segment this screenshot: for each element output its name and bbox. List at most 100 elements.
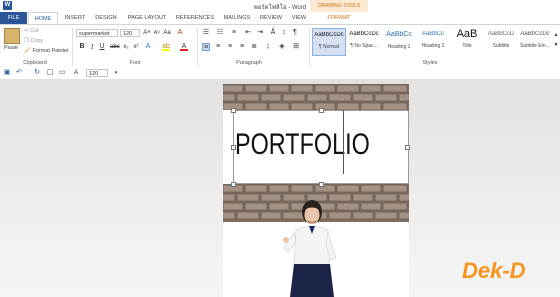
align-left-icon[interactable]: ≡ xyxy=(202,43,210,51)
tab-mailings[interactable]: MAILINGS xyxy=(219,12,255,24)
paste-icon[interactable] xyxy=(4,28,20,44)
group-divider xyxy=(72,28,73,66)
save-icon[interactable]: ▣ xyxy=(3,69,11,77)
subscript-icon[interactable]: x₂ xyxy=(122,43,130,51)
quick-access-toolbar: ▣ ↶ ↻ ▢ ▭ A 120 ▾ xyxy=(0,67,560,79)
style-name: ¶ No Spac... xyxy=(350,43,378,49)
text-effects-icon[interactable]: A xyxy=(144,43,152,51)
multilevel-list-icon[interactable]: ≡ xyxy=(230,29,238,37)
shrink-font-icon[interactable]: A˅ xyxy=(153,29,161,37)
italic-icon[interactable]: I xyxy=(88,43,96,51)
highlight-icon[interactable]: ab xyxy=(162,43,170,51)
portfolio-heading[interactable]: PORTFOLIO xyxy=(235,129,370,161)
underline-icon[interactable]: U xyxy=(98,43,106,51)
thai-distributed-icon[interactable]: Å xyxy=(269,29,277,37)
shading-icon[interactable]: ◈ xyxy=(278,43,286,51)
borders-icon[interactable]: ⊞ xyxy=(292,43,300,51)
customize-qat-icon[interactable]: ▾ xyxy=(112,69,120,77)
style-sample: AaBbCc xyxy=(421,31,444,37)
style-sample: AaB xyxy=(456,28,478,40)
strikethrough-icon[interactable]: abc xyxy=(110,43,120,51)
increase-indent-icon[interactable]: ⇥ xyxy=(256,29,264,37)
ribbon-tabs: FILE HOME INSERT DESIGN PAGE LAYOUT REFE… xyxy=(0,12,560,24)
ribbon-home: Paste ✂ Cut ❐ Copy 🖌 Format Painter Clip… xyxy=(0,24,560,68)
font-name-select[interactable]: supermarket xyxy=(76,29,118,37)
resize-handle[interactable] xyxy=(319,108,324,113)
tab-design[interactable]: DESIGN xyxy=(92,12,120,24)
clipboard-group-label: Clipboard xyxy=(23,60,47,66)
text-cursor xyxy=(343,110,344,174)
style-sample: AaBbCc xyxy=(386,31,412,38)
cut-button[interactable]: ✂ Cut xyxy=(24,27,39,36)
resize-handle[interactable] xyxy=(319,182,324,187)
superscript-icon[interactable]: x² xyxy=(132,43,140,51)
resize-handle[interactable] xyxy=(231,108,236,113)
style-name: ¶ Normal xyxy=(318,44,340,50)
style-sample: AaBbCcD xyxy=(487,31,515,37)
resize-handle[interactable] xyxy=(231,145,236,150)
tab-home[interactable]: HOME xyxy=(28,12,58,24)
style-name: Heading 1 xyxy=(387,44,411,50)
font-group-label: Font xyxy=(129,60,141,66)
line-spacing-icon[interactable]: ↨ xyxy=(264,43,272,51)
distributed-icon[interactable]: ≣ xyxy=(250,43,258,51)
tab-page-layout[interactable]: PAGE LAYOUT xyxy=(124,12,170,24)
sort-icon[interactable]: ↕ xyxy=(280,29,288,37)
styles-scroll-down-icon[interactable]: ▼ xyxy=(552,41,560,49)
align-center-icon[interactable]: ≡ xyxy=(214,43,222,51)
style-sample: AaBbCcDc xyxy=(314,32,344,38)
drawing-tools-label: DRAWING TOOLS xyxy=(317,3,361,9)
style-name: Subtitle Em... xyxy=(520,43,550,49)
tab-file[interactable]: FILE xyxy=(0,12,27,24)
bullets-icon[interactable]: ☰ xyxy=(202,29,210,37)
show-formatting-icon[interactable]: ¶ xyxy=(291,29,299,37)
bold-icon[interactable]: B xyxy=(78,43,86,51)
resize-handle[interactable] xyxy=(231,182,236,187)
font-size-select[interactable]: 120 xyxy=(120,29,140,37)
group-divider xyxy=(197,28,198,66)
format-painter-button[interactable]: 🖌 Format Painter xyxy=(24,47,69,56)
change-case-icon[interactable]: Aa xyxy=(163,29,171,37)
styles-scroll-up-icon[interactable]: ▲ xyxy=(552,31,560,39)
tab-insert[interactable]: INSERT xyxy=(62,12,88,24)
scissors-icon: ✂ xyxy=(24,28,29,34)
group-divider xyxy=(309,28,310,66)
align-right-icon[interactable]: ≡ xyxy=(226,43,234,51)
copy-label: Copy xyxy=(30,38,44,44)
redo-icon[interactable]: ↻ xyxy=(33,69,41,77)
grow-font-icon[interactable]: A˄ xyxy=(143,29,151,37)
tab-references[interactable]: REFERENCES xyxy=(174,12,216,24)
style-heading-1[interactable]: AaBbCc Heading 1 xyxy=(382,28,416,56)
style-heading-2[interactable]: AaBbCc Heading 2 xyxy=(416,28,450,56)
style-normal[interactable]: AaBbCcDc ¶ Normal xyxy=(312,28,346,56)
new-document-icon[interactable]: ▢ xyxy=(46,69,54,77)
justify-icon[interactable]: ≡ xyxy=(238,43,246,51)
style-name: Subtitle xyxy=(492,43,510,49)
decrease-indent-icon[interactable]: ⇤ xyxy=(244,29,252,37)
brush-icon: 🖌 xyxy=(24,48,31,54)
open-icon[interactable]: ▭ xyxy=(58,69,66,77)
student-photo[interactable] xyxy=(282,196,338,297)
tab-view[interactable]: VIEW xyxy=(288,12,310,24)
style-sample: AaBbCcDc xyxy=(520,31,550,37)
undo-icon[interactable]: ↶ xyxy=(15,69,23,77)
cut-label: Cut xyxy=(30,28,39,34)
style-subtitle-emphasis[interactable]: AaBbCcDc Subtitle Em... xyxy=(518,28,552,56)
font-color-icon[interactable]: A xyxy=(180,43,188,51)
style-title[interactable]: AaB Title xyxy=(450,28,484,56)
qat-font-size-select[interactable]: 120 xyxy=(86,69,108,77)
tab-format[interactable]: FORMAT xyxy=(320,12,358,24)
resize-handle[interactable] xyxy=(405,145,410,150)
copy-button[interactable]: ❐ Copy xyxy=(24,37,43,46)
numbering-icon[interactable]: ☷ xyxy=(216,29,224,37)
font-icon[interactable]: A xyxy=(72,69,80,77)
paste-button[interactable]: Paste xyxy=(4,44,18,53)
tab-review[interactable]: REVIEW xyxy=(258,12,284,24)
window-title: พอร์ตโฟลิโอ - Word xyxy=(253,5,307,11)
dek-d-logo: Dek-D xyxy=(462,258,526,283)
copy-icon: ❐ xyxy=(24,38,29,44)
style-subtitle[interactable]: AaBbCcD Subtitle xyxy=(484,28,518,56)
styles-group-label: Styles xyxy=(422,60,438,66)
clear-formatting-icon[interactable]: A xyxy=(176,29,184,37)
style-no-spacing[interactable]: AaBbCcDc ¶ No Spac... xyxy=(347,28,381,56)
